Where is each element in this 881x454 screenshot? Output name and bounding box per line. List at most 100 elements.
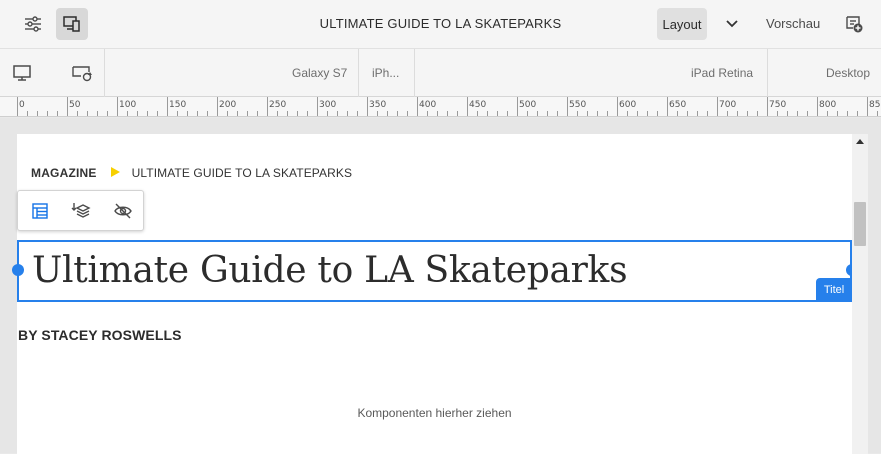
breadcrumb-root[interactable]: MAGAZINE bbox=[31, 166, 97, 180]
mode-dropdown-button[interactable] bbox=[722, 14, 742, 34]
ruler-label: 650 bbox=[669, 100, 687, 110]
layout-mode-button[interactable]: Layout bbox=[657, 8, 707, 40]
ruler-tick bbox=[217, 97, 218, 116]
chevron-down-icon bbox=[726, 20, 738, 28]
ruler-tick bbox=[717, 97, 718, 116]
ruler-tick bbox=[807, 111, 808, 116]
device-separator bbox=[414, 49, 415, 97]
ruler-tick bbox=[397, 111, 398, 116]
ruler-tick bbox=[97, 111, 98, 116]
breadcrumb-arrow-icon bbox=[110, 167, 120, 177]
ruler-tick bbox=[567, 97, 568, 116]
device-desktop[interactable]: Desktop bbox=[826, 66, 870, 80]
ruler-label: 750 bbox=[769, 100, 787, 110]
rotate-device-button[interactable] bbox=[70, 61, 94, 85]
ruler-tick bbox=[127, 111, 128, 116]
container-layout-button[interactable] bbox=[28, 199, 52, 223]
preview-button[interactable]: Vorschau bbox=[766, 16, 820, 31]
ruler-tick bbox=[417, 97, 418, 116]
breadcrumb: MAGAZINE ULTIMATE GUIDE TO LA SKATEPARKS bbox=[31, 166, 352, 180]
scroll-up-arrow-icon[interactable] bbox=[856, 139, 864, 144]
device-iphone[interactable]: iPh... bbox=[372, 66, 399, 80]
ruler-tick bbox=[167, 97, 168, 116]
desktop-icon bbox=[13, 65, 31, 81]
ruler-tick bbox=[587, 111, 588, 116]
ruler-tick bbox=[27, 111, 28, 116]
ruler-tick bbox=[147, 111, 148, 116]
scrollbar-thumb[interactable] bbox=[854, 202, 866, 246]
ruler-tick bbox=[377, 111, 378, 116]
ruler-tick bbox=[157, 111, 158, 116]
ruler-tick bbox=[727, 111, 728, 116]
ruler-label: 0 bbox=[19, 100, 25, 110]
ruler-tick bbox=[597, 111, 598, 116]
ruler-tick bbox=[107, 111, 108, 116]
ruler-tick bbox=[687, 111, 688, 116]
ruler-tick bbox=[797, 111, 798, 116]
ruler-tick bbox=[657, 111, 658, 116]
resize-handle-left[interactable] bbox=[12, 264, 24, 276]
ruler-tick bbox=[347, 111, 348, 116]
ruler-tick bbox=[37, 111, 38, 116]
ruler-tick bbox=[57, 111, 58, 116]
ruler-tick bbox=[847, 111, 848, 116]
ruler-tick bbox=[327, 111, 328, 116]
ruler-label: 350 bbox=[369, 100, 387, 110]
ruler-tick bbox=[17, 97, 18, 116]
ruler-tick bbox=[637, 111, 638, 116]
hide-component-button[interactable] bbox=[111, 199, 135, 223]
layout-container-icon bbox=[32, 203, 48, 219]
ruler-tick bbox=[527, 111, 528, 116]
ruler-tick bbox=[507, 111, 508, 116]
ruler-tick bbox=[477, 111, 478, 116]
device-galaxy-s7[interactable]: Galaxy S7 bbox=[292, 66, 347, 80]
ruler-tick bbox=[787, 111, 788, 116]
ruler-tick bbox=[227, 111, 228, 116]
ruler-label: 450 bbox=[469, 100, 487, 110]
device-ipad-retina[interactable]: iPad Retina bbox=[691, 66, 753, 80]
desktop-device-button[interactable] bbox=[10, 61, 34, 85]
ruler-tick bbox=[487, 111, 488, 116]
component-type-badge: Titel bbox=[816, 278, 852, 302]
ruler-label: 800 bbox=[819, 100, 837, 110]
ruler-tick bbox=[837, 111, 838, 116]
ruler-tick bbox=[47, 111, 48, 116]
ruler-tick bbox=[437, 111, 438, 116]
page-frame: MAGAZINE ULTIMATE GUIDE TO LA SKATEPARKS… bbox=[12, 134, 858, 454]
ruler-tick bbox=[537, 111, 538, 116]
device-separator bbox=[104, 49, 105, 97]
ruler-tick bbox=[237, 111, 238, 116]
ruler-label: 300 bbox=[319, 100, 337, 110]
side-panel-toggle-button[interactable] bbox=[17, 8, 49, 40]
ruler-label: 600 bbox=[619, 100, 637, 110]
ruler-tick bbox=[257, 111, 258, 116]
editor-canvas: MAGAZINE ULTIMATE GUIDE TO LA SKATEPARKS… bbox=[0, 118, 881, 454]
component-toolbar bbox=[17, 190, 144, 231]
component-dropzone[interactable]: Komponenten hierher ziehen bbox=[17, 406, 852, 420]
ruler-tick bbox=[427, 111, 428, 116]
annotations-button[interactable] bbox=[842, 12, 866, 36]
ruler-tick bbox=[857, 111, 858, 116]
parent-select-button[interactable] bbox=[69, 199, 93, 223]
title-component[interactable]: Ultimate Guide to LA Skateparks Titel bbox=[12, 240, 858, 302]
hide-icon bbox=[114, 203, 132, 219]
ruler-tick bbox=[607, 111, 608, 116]
ruler-tick bbox=[297, 111, 298, 116]
page-heading[interactable]: Ultimate Guide to LA Skateparks bbox=[32, 250, 628, 291]
ruler-tick bbox=[207, 111, 208, 116]
ruler-tick bbox=[777, 111, 778, 116]
vertical-scrollbar[interactable] bbox=[852, 134, 868, 454]
ruler-tick bbox=[827, 111, 828, 116]
ruler-tick bbox=[277, 111, 278, 116]
ruler-tick bbox=[117, 97, 118, 116]
ruler-tick bbox=[87, 111, 88, 116]
ruler-tick bbox=[187, 111, 188, 116]
ruler-tick bbox=[497, 111, 498, 116]
ruler-tick bbox=[467, 97, 468, 116]
ruler-label: 850 bbox=[869, 100, 881, 110]
ruler-tick bbox=[557, 111, 558, 116]
emulator-toggle-button[interactable] bbox=[56, 8, 88, 40]
ruler-tick bbox=[667, 97, 668, 116]
device-separator bbox=[358, 49, 359, 97]
ruler-tick bbox=[387, 111, 388, 116]
